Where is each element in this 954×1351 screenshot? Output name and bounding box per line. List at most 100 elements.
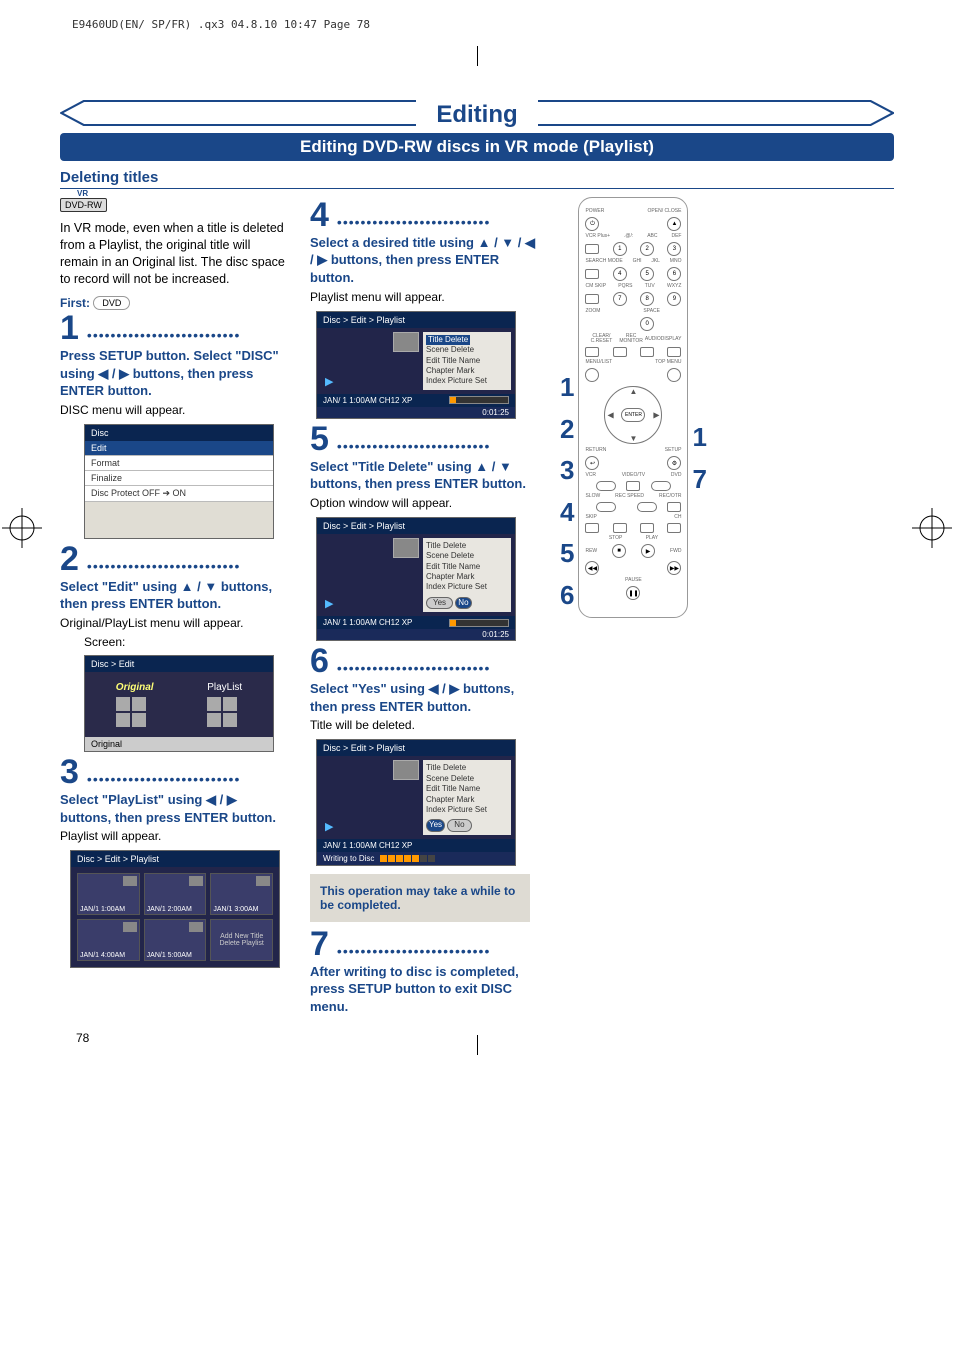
banner-left-arrow: [60, 100, 416, 129]
recspeed-button: [637, 502, 657, 512]
playlist-add-slot: Add New Title Delete Playlist: [210, 919, 273, 961]
title-detail-screen-6: Disc > Edit > Playlist ▶ Title Delete Sc…: [316, 739, 516, 865]
arrow-left-icon: ◀: [607, 411, 613, 420]
playlist-screen-title: Disc > Edit > Playlist: [71, 851, 279, 867]
detail-opt: Scene Delete: [426, 774, 508, 784]
edit-menu-screen: Disc > Edit Original PlayList Original: [84, 655, 274, 752]
display-button: [667, 347, 681, 357]
edit-menu-title: Disc > Edit: [85, 656, 273, 672]
step-6-header: 6 ••••••••••••••••••••••••••: [310, 647, 540, 676]
step-1-instruction: Press SETUP button. Select "DISC" using …: [60, 347, 290, 400]
dot-rule: ••••••••••••••••••••••••••: [87, 771, 240, 787]
pause-button: ❚❚: [626, 586, 640, 600]
key-1: 1: [613, 242, 627, 256]
seq-numbers-left: 1 2 3 4 5 6: [560, 367, 574, 617]
key-6: 6: [667, 267, 681, 281]
dot-rule: ••••••••••••••••••••••••••: [337, 943, 490, 959]
detail-opt: Index Picture Set: [426, 376, 508, 386]
disc-menu-item: Format: [85, 456, 273, 471]
detail-status: JAN/ 1 1:00AM CH12 XP: [323, 841, 412, 850]
first-row: First: DVD: [60, 296, 290, 311]
column-right: 1 2 3 4 5 6 POWEROPEN/ CLOSE ⏻▲ VCR Plus…: [560, 197, 790, 1015]
step-3-number: 3: [60, 758, 79, 787]
step-1-result: DISC menu will appear.: [60, 402, 290, 418]
step-5-number: 5: [310, 425, 329, 454]
detail-opt: Edit Title Name: [426, 356, 508, 366]
playlist-slot: JAN/1 5:00AM: [144, 919, 207, 961]
banner-right-arrow: [538, 100, 894, 129]
intro-text: In VR mode, even when a title is deleted…: [60, 220, 290, 288]
detail-opt: Index Picture Set: [426, 582, 508, 592]
page-number: 78: [76, 1031, 89, 1045]
step-5-instruction: Select "Title Delete" using ▲ / ▼ button…: [310, 458, 540, 493]
play-icon: ▶: [325, 597, 333, 610]
section-title: Deleting titles: [60, 169, 894, 189]
print-header: E9460UD(EN/ SP/FR) .qx3 04.8.10 10:47 Pa…: [72, 18, 370, 31]
remote-control-diagram: POWEROPEN/ CLOSE ⏻▲ VCR Plus+.@/:ABCDEF …: [578, 197, 688, 618]
step-3-instruction: Select "PlayList" using ◀ / ▶ buttons, t…: [60, 791, 290, 826]
ch-up: [667, 523, 681, 533]
progress-icon: [449, 396, 509, 404]
step-2-header: 2 ••••••••••••••••••••••••••: [60, 545, 290, 574]
step-2-instruction: Select "Edit" using ▲ / ▼ buttons, then …: [60, 578, 290, 613]
step-6-number: 6: [310, 647, 329, 676]
title-detail-screen-5: Disc > Edit > Playlist ▶ Title Delete Sc…: [316, 517, 516, 641]
step-4-instruction: Select a desired title using ▲ / ▼ / ◀ /…: [310, 234, 540, 287]
clear-button: [585, 347, 599, 357]
playlist-slot: JAN/1 3:00AM: [210, 873, 273, 915]
detail-opt: Scene Delete: [426, 345, 508, 355]
writing-progress-icon: [380, 855, 435, 862]
playlist-grid-screen: Disc > Edit > Playlist JAN/1 1:00AM JAN/…: [70, 850, 280, 968]
slow-button: [596, 502, 616, 512]
step-4-result: Playlist menu will appear.: [310, 289, 540, 305]
disc-menu-screen: Disc Edit Format Finalize Disc Protect O…: [84, 424, 274, 539]
disc-menu-item: Disc Protect OFF ➔ ON: [85, 486, 273, 502]
first-label: First:: [60, 296, 90, 310]
step-2-result: Original/PlayList menu will appear.: [60, 615, 290, 631]
power-icon: ⏻: [585, 217, 599, 231]
note-box: This operation may take a while to be co…: [310, 874, 530, 922]
step-4-number: 4: [310, 201, 329, 230]
playlist-slot: JAN/1 1:00AM: [77, 873, 140, 915]
crop-target-left-icon: [2, 508, 42, 548]
key-9: 9: [667, 292, 681, 306]
dot-rule: ••••••••••••••••••••••••••: [87, 327, 240, 343]
detail-opt: Chapter Mark: [426, 795, 508, 805]
detail-opt: Title Delete: [426, 541, 508, 551]
title-detail-screen-4: Disc > Edit > Playlist ▶ Title Delete Sc…: [316, 311, 516, 419]
detail-opt: Title Delete: [426, 335, 470, 345]
step-3-header: 3 ••••••••••••••••••••••••••: [60, 758, 290, 787]
topmenu-button: [667, 368, 681, 382]
column-left: DVD-RW In VR mode, even when a title is …: [60, 197, 290, 1015]
crop-target-right-icon: [912, 508, 952, 548]
progress-icon: [449, 619, 509, 627]
detail-status: JAN/ 1 1:00AM CH12 XP: [323, 396, 412, 405]
yes-button: Yes: [426, 819, 445, 831]
eject-icon: ▲: [667, 217, 681, 231]
arrow-up-icon: ▲: [630, 387, 638, 396]
disc-menu-title: Disc: [85, 425, 273, 441]
disc-menu-item: Finalize: [85, 471, 273, 486]
playlist-slot: JAN/1 2:00AM: [144, 873, 207, 915]
step-7-header: 7 ••••••••••••••••••••••••••: [310, 930, 540, 959]
videotv-button: [626, 481, 640, 491]
ch-down: [640, 523, 654, 533]
step-1-header: 1 ••••••••••••••••••••••••••: [60, 314, 290, 343]
step-1-number: 1: [60, 314, 79, 343]
vcrplus-button: [585, 244, 599, 254]
key-2: 2: [640, 242, 654, 256]
search-button: [585, 269, 599, 279]
play-button: ▶: [641, 544, 655, 558]
skip-prev: [585, 523, 599, 533]
key-3: 3: [667, 242, 681, 256]
vcr-button: [596, 481, 616, 491]
playlist-slot: JAN/1 4:00AM: [77, 919, 140, 961]
play-icon: ▶: [325, 375, 333, 388]
fwd-button: ▶▶: [667, 561, 681, 575]
step-4-header: 4 ••••••••••••••••••••••••••: [310, 201, 540, 230]
edit-menu-caption: Original: [85, 737, 273, 751]
step-3-result: Playlist will appear.: [60, 828, 290, 844]
key-7: 7: [613, 292, 627, 306]
detail-opt: Scene Delete: [426, 551, 508, 561]
detail-opt: Edit Title Name: [426, 562, 508, 572]
